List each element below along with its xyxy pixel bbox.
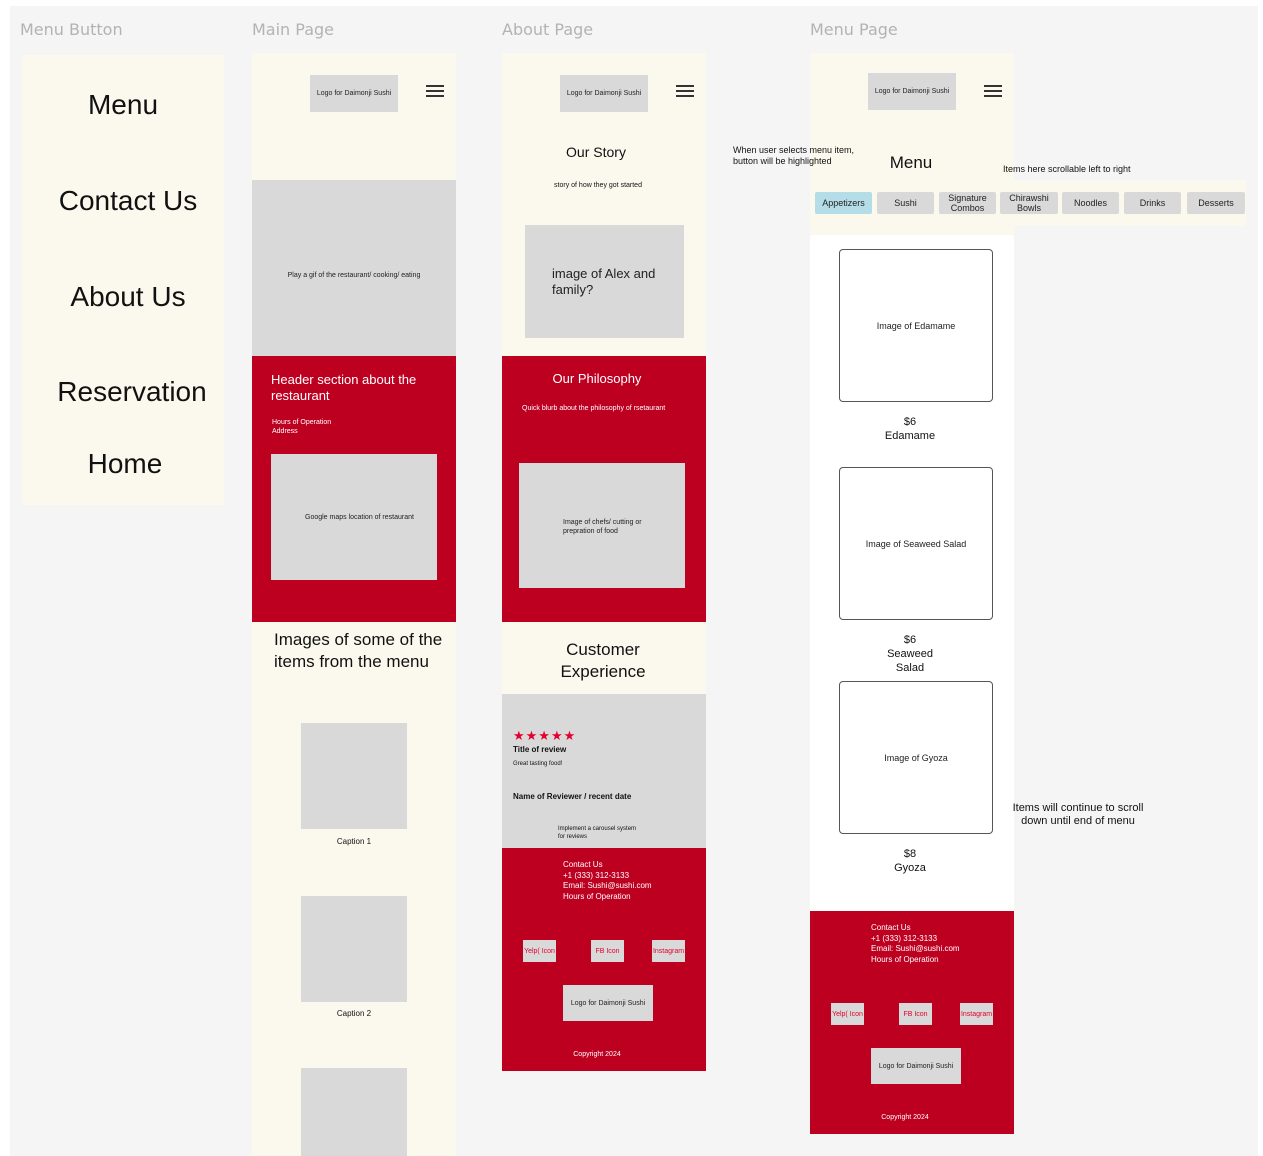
yelp-icon[interactable]: Yelp( Icon — [831, 1003, 864, 1025]
footer-contact-title: Contact Us — [563, 860, 603, 869]
footer: Contact Us +1 (333) 312-3133 Email: Sush… — [810, 911, 1014, 1134]
menu-button-label: Menu Button — [20, 20, 123, 39]
menu-page-label: Menu Page — [810, 20, 898, 39]
category-noodles[interactable]: Noodles — [1062, 192, 1119, 214]
menu-item-name: Seaweed Salad — [887, 648, 933, 674]
gif-placeholder: Play a gif of the restaurant/ cooking/ e… — [252, 180, 456, 356]
category-chirawshi-bowls[interactable]: Chirawshi Bowls — [1000, 192, 1058, 214]
map-placeholder[interactable]: Google maps location of restaurant — [271, 454, 437, 580]
reviewer-name: Name of Reviewer / recent date — [513, 792, 632, 801]
nav-item-about[interactable]: About Us — [22, 281, 224, 313]
carousel-note: Implement a carousel system for reviews — [558, 826, 637, 840]
review-title: Title of review — [513, 745, 567, 754]
facebook-icon[interactable]: FB Icon — [899, 1003, 932, 1025]
menu-item-price: $8 — [903, 848, 917, 860]
images-section-title: Images of some of the items from the men… — [274, 630, 443, 671]
menu-item-image-3 — [301, 1068, 407, 1156]
menu-button-frame: Menu Contact Us About Us Reservation Hom… — [22, 55, 224, 505]
family-image-text: image of Alex and family? — [552, 266, 656, 297]
customer-experience-title: Customer Experience — [560, 640, 646, 681]
nav-item-home[interactable]: Home — [22, 448, 224, 480]
footer-contact: Contact Us +1 (333) 312-3133 Email: Sush… — [563, 860, 652, 902]
category-sushi[interactable]: Sushi — [877, 192, 934, 214]
logo[interactable]: Logo for Daimonji Sushi — [560, 75, 648, 112]
menu-item-image[interactable]: Image of Edamame — [839, 249, 993, 402]
hamburger-menu-icon[interactable] — [676, 85, 694, 97]
star-rating-icon: ★★★★★ — [513, 728, 577, 743]
chefs-image-placeholder: Image of chefs/ cutting or prepration of… — [519, 463, 685, 588]
category-appetizers[interactable]: Appetizers — [815, 192, 872, 214]
family-image-placeholder: image of Alex and family? — [525, 225, 684, 338]
review-card[interactable]: ★★★★★ Title of review Great tasting food… — [502, 694, 706, 848]
footer-logo[interactable]: Logo for Daimonji Sushi — [871, 1048, 961, 1084]
footer-logo[interactable]: Logo for Daimonji Sushi — [563, 985, 653, 1021]
logo[interactable]: Logo for Daimonji Sushi — [310, 75, 398, 112]
facebook-icon[interactable]: FB Icon — [591, 940, 624, 962]
footer-contact-title: Contact Us — [871, 923, 911, 932]
note-highlight: When user selects menu item, button will… — [733, 145, 855, 166]
note-scroll-vertical: Items will continue to scroll down until… — [1012, 802, 1144, 827]
about-page-label: About Page — [502, 20, 594, 39]
footer-hours: Hours of Operation — [563, 891, 631, 901]
menu-item-image[interactable]: Image of Gyoza — [839, 681, 993, 834]
philosophy-section: Our Philosophy Quick blurb about the phi… — [502, 356, 706, 622]
footer: Contact Us +1 (333) 312-3133 Email: Sush… — [502, 848, 706, 1071]
caption-2: Caption 2 — [336, 1009, 372, 1018]
main-page-label: Main Page — [252, 20, 335, 39]
menu-item-price: $6 — [903, 416, 917, 428]
menu-item-image[interactable]: Image of Seaweed Salad — [839, 467, 993, 620]
footer-email[interactable]: Email: Sushi@sushi.com — [563, 881, 652, 892]
menu-item-info: $8 Gyoza — [810, 847, 1010, 875]
hamburger-menu-icon[interactable] — [984, 85, 1002, 97]
footer-phone[interactable]: +1 (333) 312-3133 — [871, 934, 960, 945]
instagram-icon[interactable]: Instagram — [652, 940, 685, 962]
main-page-frame: Logo for Daimonji Sushi Play a gif of th… — [252, 53, 456, 1156]
menu-item-image-1 — [301, 723, 407, 829]
footer-phone[interactable]: +1 (333) 312-3133 — [563, 871, 652, 882]
about-restaurant-section: Header section about the restaurant Hour… — [252, 356, 456, 622]
footer-hours: Hours of Operation — [871, 954, 939, 964]
philosophy-blurb: Quick blurb about the philosophy of rset… — [522, 405, 666, 412]
gif-placeholder-text: Play a gif of the restaurant/ cooking/ e… — [287, 272, 421, 279]
nav-item-contact[interactable]: Contact Us — [22, 185, 224, 217]
category-desserts[interactable]: Desserts — [1187, 192, 1245, 214]
hamburger-menu-icon[interactable] — [426, 85, 444, 97]
note-scroll-horizontal: Items here scrollable left to right — [1003, 164, 1131, 174]
footer-email[interactable]: Email: Sushi@sushi.com — [871, 944, 960, 955]
philosophy-title: Our Philosophy — [552, 371, 642, 386]
hours-of-operation: Hours of Operation — [272, 419, 332, 426]
nav-item-reservation[interactable]: Reservation — [22, 376, 224, 408]
logo[interactable]: Logo for Daimonji Sushi — [868, 73, 956, 110]
footer-contact: Contact Us +1 (333) 312-3133 Email: Sush… — [871, 923, 960, 965]
category-drinks[interactable]: Drinks — [1124, 192, 1181, 214]
instagram-icon[interactable]: Instagram — [960, 1003, 993, 1025]
review-body: Great tasting food! — [513, 761, 563, 767]
category-signature-combos[interactable]: Signature Combos — [939, 192, 996, 214]
caption-1: Caption 1 — [336, 837, 372, 846]
menu-item-image-2 — [301, 896, 407, 1002]
about-page-frame: Logo for Daimonji Sushi Our Story story … — [502, 53, 706, 1071]
our-story-subtitle: story of how they got started — [554, 182, 642, 189]
menu-item-name: Edamame — [884, 430, 936, 442]
menu-item-info: $6 Edamame — [810, 415, 1010, 443]
menu-item-name: Gyoza — [894, 862, 926, 874]
header-title: Header section about the restaurant — [271, 372, 417, 403]
address: Address — [272, 428, 298, 435]
map-placeholder-text: Google maps location of restaurant — [305, 514, 414, 521]
menu-item-info: $6 Seaweed Salad — [875, 633, 945, 675]
menu-item-price: $6 — [903, 634, 917, 646]
yelp-icon[interactable]: Yelp( Icon — [523, 940, 556, 962]
copyright: Copyright 2024 — [881, 1114, 929, 1121]
nav-item-menu[interactable]: Menu — [22, 89, 224, 121]
copyright: Copyright 2024 — [573, 1051, 621, 1058]
chefs-image-text: Image of chefs/ cutting or prepration of… — [563, 519, 642, 535]
our-story-title: Our Story — [566, 144, 626, 160]
